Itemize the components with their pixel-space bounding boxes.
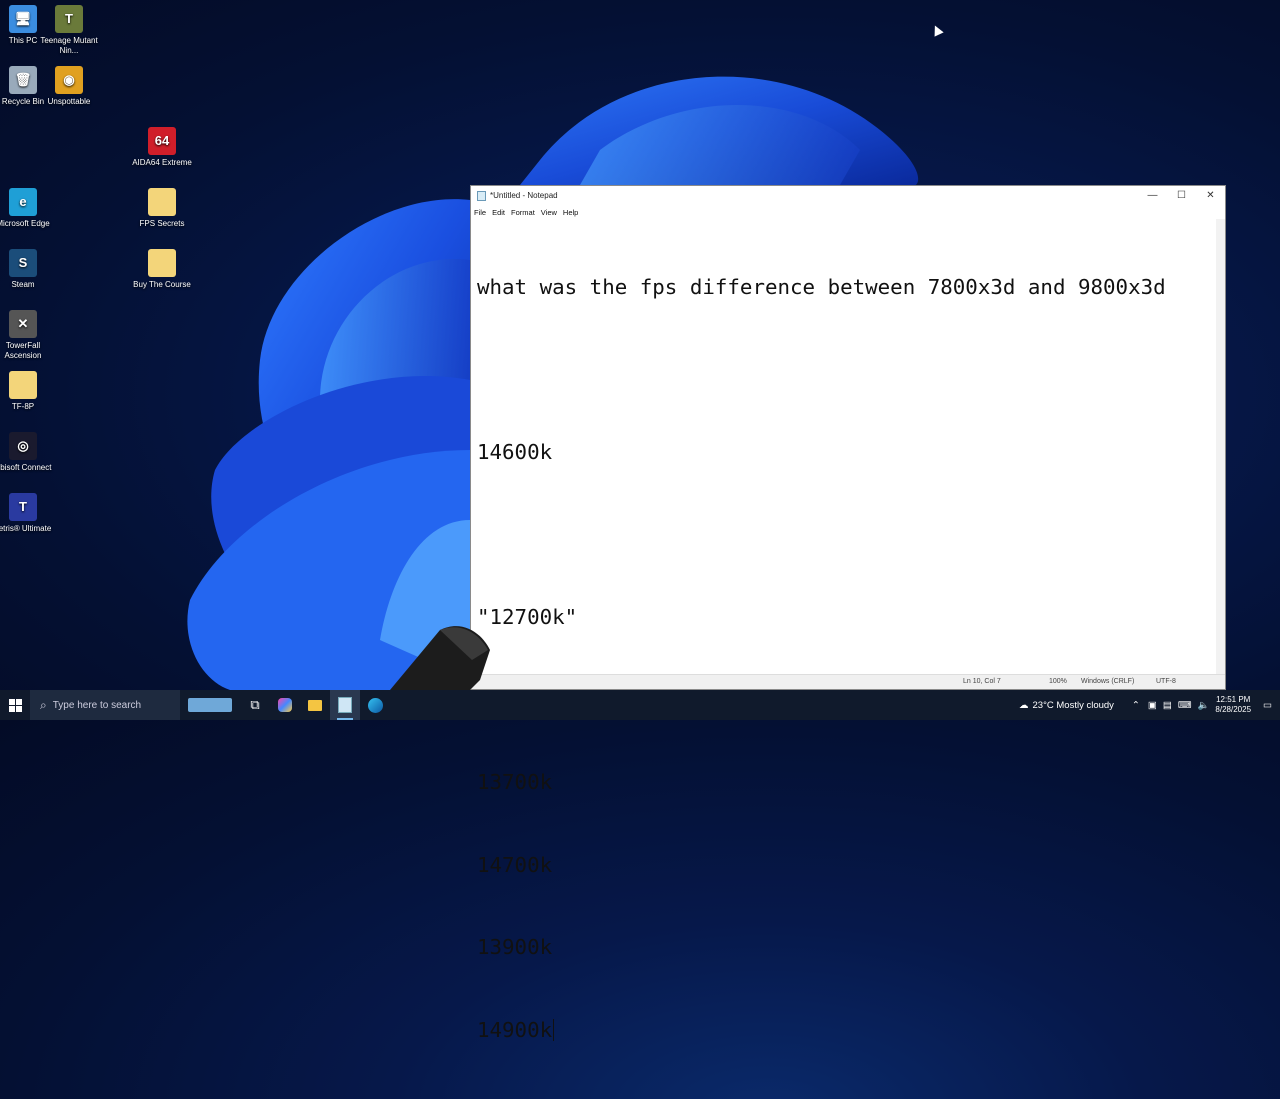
- cursor-position: Ln 10, Col 7: [963, 678, 1001, 685]
- desktop-icon-teenage-mutant[interactable]: T Teenage Mutant Nin...: [36, 5, 102, 56]
- desktop-icon-label: Steam: [11, 280, 35, 289]
- menu-format[interactable]: Format: [511, 208, 540, 217]
- desktop-icon-label: AIDA64 Extreme: [132, 158, 192, 167]
- tf-8p-icon: [9, 371, 37, 399]
- desktop-icon-steam[interactable]: S Steam: [0, 249, 56, 290]
- tetris-icon: T: [9, 493, 37, 521]
- windows-icon: [8, 698, 22, 712]
- search-icon: ⌕: [40, 697, 47, 712]
- weather-icon[interactable]: ☁: [1019, 700, 1029, 711]
- desktop-icon-label: Microsoft Edge: [0, 219, 50, 228]
- tray-app-icon[interactable]: ▣: [1148, 700, 1157, 711]
- status-bar: Ln 10, Col 7 100% Windows (CRLF) UTF-8: [471, 674, 1225, 689]
- desktop-icon-label: Unspottable: [47, 97, 91, 106]
- menu-help[interactable]: Help: [563, 208, 583, 217]
- desktop-icon-fps-secrets[interactable]: FPS Secrets: [129, 188, 195, 229]
- menu-view[interactable]: View: [541, 208, 562, 217]
- text-editor[interactable]: what was the fps difference between 7800…: [477, 219, 1215, 1099]
- desktop-icon-label: Ubisoft Connect: [0, 463, 52, 472]
- maximize-button[interactable]: ☐: [1167, 186, 1196, 205]
- text-line-content: 14900k: [477, 1017, 553, 1042]
- ubisoft-connect-icon: ◎: [9, 432, 37, 460]
- show-hidden-icons[interactable]: ⌃: [1132, 700, 1140, 711]
- desktop-icon-buy-the-course[interactable]: Buy The Course: [129, 249, 195, 290]
- desktop-icon-label: Buy The Course: [133, 280, 191, 289]
- taskbar: ⌕ Type here to search ⧉ ☁ 23°C Mostly cl…: [0, 690, 1280, 720]
- minimize-button[interactable]: —: [1138, 186, 1167, 205]
- text-line: 13900k: [477, 935, 553, 959]
- zoom-level: 100%: [1049, 678, 1067, 685]
- desktop-icon-label: Teenage Mutant Nin...: [40, 36, 98, 55]
- notepad-window[interactable]: *Untitled - Notepad — ☐ ✕ File Edit Form…: [470, 185, 1226, 1042]
- text-caret: [553, 1018, 555, 1041]
- desktop-icon-label: Tetris® Ultimate: [0, 524, 52, 533]
- desktop-icon-aida64[interactable]: 64 AIDA64 Extreme: [129, 127, 195, 168]
- teenage-mutant-icon: T: [55, 5, 83, 33]
- towerfall-icon: ✕: [9, 310, 37, 338]
- desktop-icon-towerfall[interactable]: ✕ TowerFall Ascension: [0, 310, 56, 361]
- text-line: 13700k: [477, 770, 553, 794]
- window-title: *Untitled - Notepad: [490, 191, 558, 200]
- line-ending: Windows (CRLF): [1081, 678, 1135, 685]
- network-icon[interactable]: ⌨: [1178, 700, 1192, 711]
- notepad-icon: [477, 190, 486, 201]
- tray-app-icon[interactable]: ▤: [1163, 700, 1172, 711]
- close-button[interactable]: ✕: [1196, 186, 1225, 205]
- text-line: "12700k": [477, 605, 578, 629]
- recycle-bin-icon: 🗑: [9, 66, 37, 94]
- fps-secrets-icon: [148, 188, 176, 216]
- encoding: UTF-8: [1156, 678, 1176, 685]
- desktop-icon-label: FPS Secrets: [139, 219, 185, 228]
- search-placeholder: Type here to search: [52, 699, 142, 711]
- desktop-icon-label: TowerFall Ascension: [4, 341, 42, 360]
- weather-text[interactable]: 23°C Mostly cloudy: [1033, 700, 1114, 711]
- file-explorer-icon[interactable]: [300, 690, 330, 720]
- desktop-icon-microsoft-edge[interactable]: e Microsoft Edge: [0, 188, 56, 229]
- vertical-scrollbar[interactable]: [1216, 219, 1225, 675]
- desktop-icon-label: TF-8P: [11, 402, 35, 411]
- desktop-icon-ubisoft-connect[interactable]: ◎ Ubisoft Connect: [0, 432, 56, 473]
- aida64-icon: 64: [148, 127, 176, 155]
- text-line: [477, 357, 1215, 385]
- buy-the-course-icon: [148, 249, 176, 277]
- menu-edit[interactable]: Edit: [492, 208, 510, 217]
- start-button[interactable]: [0, 690, 30, 720]
- microsoft-edge-icon: e: [9, 188, 37, 216]
- search-box[interactable]: ⌕ Type here to search: [30, 690, 180, 720]
- date: 8/28/2025: [1215, 705, 1252, 714]
- desktop-icon-tf-8p[interactable]: TF-8P: [0, 371, 56, 412]
- menu-bar: File Edit Format View Help: [471, 205, 1225, 219]
- unspottable-icon: ◉: [55, 66, 83, 94]
- this-pc-icon: 🖥: [9, 5, 37, 33]
- copilot-icon[interactable]: [270, 690, 300, 720]
- volume-icon[interactable]: 🔈: [1198, 700, 1210, 711]
- desktop-icon-unspottable[interactable]: ◉ Unspottable: [36, 66, 102, 107]
- task-view-icon[interactable]: ⧉: [240, 690, 270, 720]
- clock[interactable]: 12:51 PM 8/28/2025: [1215, 695, 1251, 715]
- desktop-icon-tetris[interactable]: T Tetris® Ultimate: [0, 493, 56, 534]
- notepad-titlebar[interactable]: *Untitled - Notepad — ☐ ✕: [471, 186, 1225, 205]
- text-line: [477, 522, 1215, 550]
- text-line: 14700k: [477, 852, 553, 877]
- time: 12:51 PM: [1216, 695, 1251, 704]
- notification-icon[interactable]: ▭: [1263, 700, 1272, 711]
- system-tray: ☁ 23°C Mostly cloudy ⌃ ▣ ▤ ⌨ 🔈 12:51 PM …: [1019, 690, 1280, 720]
- notepad-taskbar-icon[interactable]: [330, 690, 360, 720]
- text-line: what was the fps difference between 7800…: [477, 275, 1166, 299]
- search-highlight-icon[interactable]: [180, 690, 240, 720]
- text-line-last: 14900k: [477, 1017, 1215, 1045]
- edge-taskbar-icon[interactable]: [360, 690, 390, 720]
- steam-icon: S: [9, 249, 37, 277]
- text-line: 14600k: [477, 440, 553, 464]
- menu-file[interactable]: File: [474, 208, 491, 217]
